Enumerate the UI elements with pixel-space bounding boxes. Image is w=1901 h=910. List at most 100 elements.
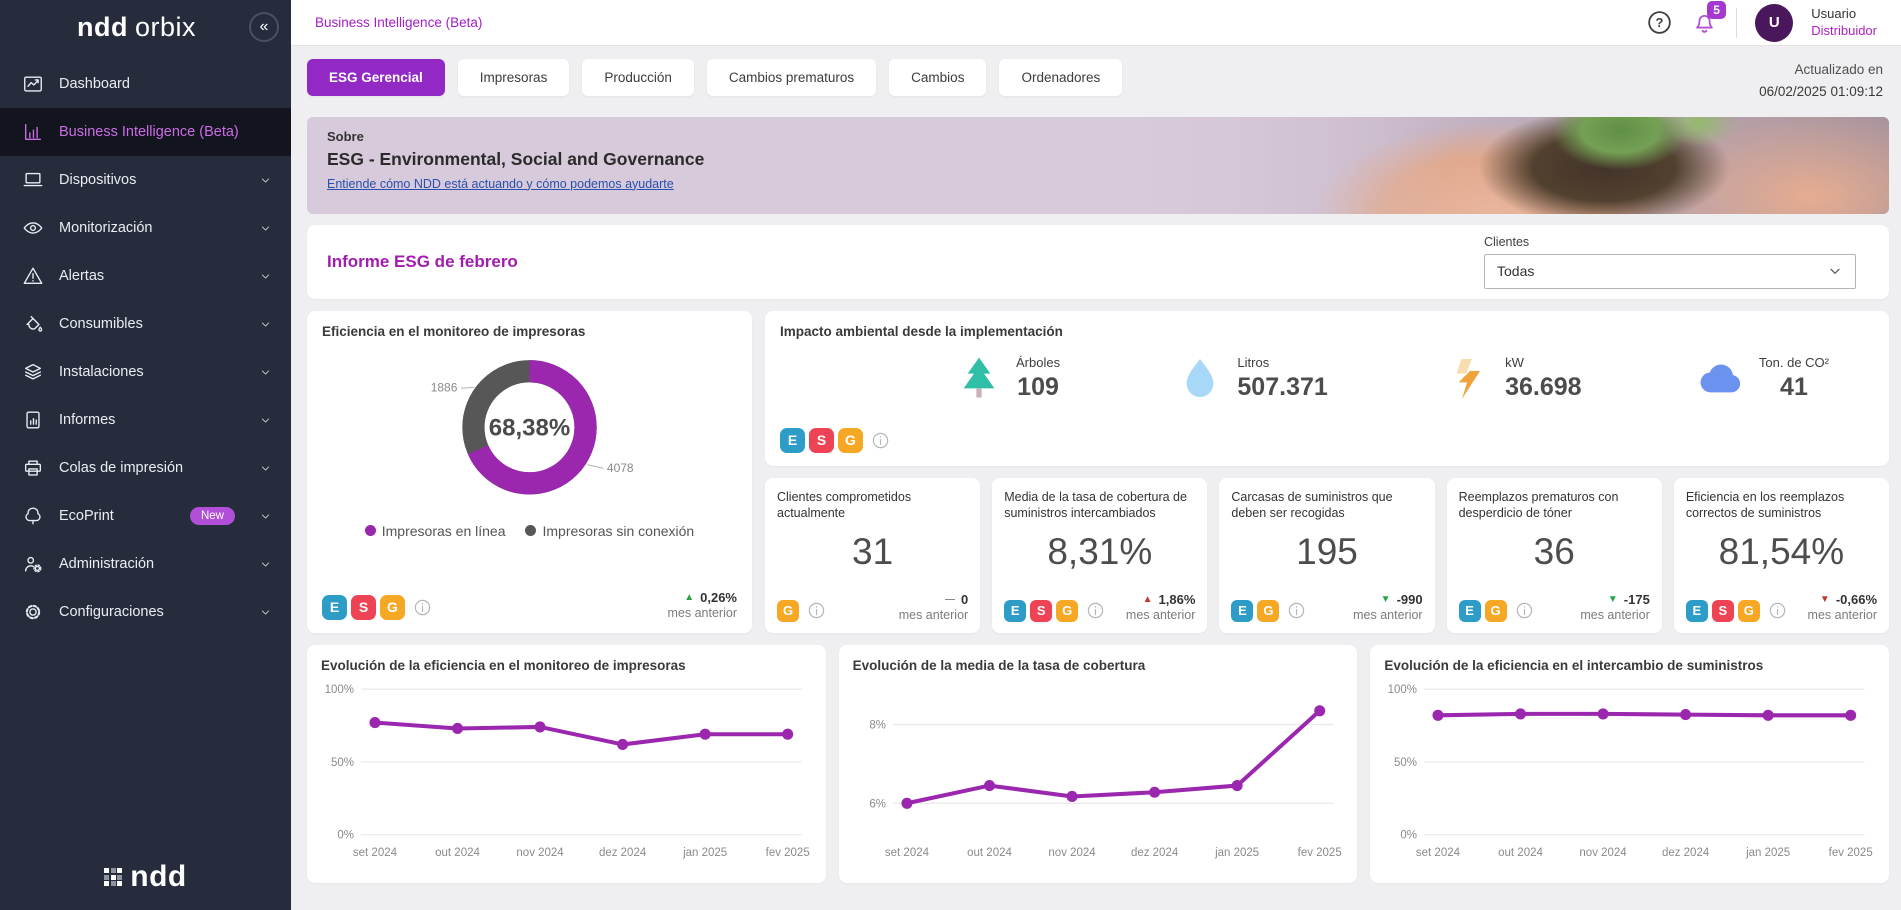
sidebar-item-label: Configuraciones — [59, 604, 243, 620]
sidebar-item-label: Dashboard — [59, 76, 273, 92]
chevron-down-icon — [258, 317, 273, 332]
line-chart-card: Evolución de la media de la tasa de cobe… — [839, 645, 1358, 883]
tab-impresoras[interactable]: Impresoras — [458, 59, 570, 96]
svg-text:dez 2024: dez 2024 — [1131, 846, 1179, 858]
sidebar-item-label: Monitorización — [59, 220, 243, 236]
esg-badge-g: G — [1056, 600, 1078, 622]
kpi-footer: EG ▼-990 mes anterior — [1231, 592, 1422, 622]
trend-down-icon: ▼ — [1381, 594, 1391, 605]
user-menu[interactable]: Usuario Distribuidor — [1811, 6, 1877, 40]
laptop-icon — [22, 169, 44, 191]
user-gear-icon — [22, 553, 44, 575]
kpi-title: Clientes comprometidos actualmente — [777, 489, 968, 523]
sidebar-item-colas-de-impresion[interactable]: Colas de impresión — [0, 444, 291, 492]
tab-cambios[interactable]: Cambios — [889, 59, 986, 96]
trend-up-icon: ▲ — [1143, 594, 1153, 605]
trend: —0 mes anterior — [899, 592, 968, 622]
sidebar-item-label: Instalaciones — [59, 364, 243, 380]
tab-esg-gerencial[interactable]: ESG Gerencial — [307, 59, 445, 96]
svg-text:fev 2025: fev 2025 — [1829, 846, 1873, 858]
chevron-down-icon — [258, 413, 273, 428]
alert-triangle-icon — [22, 265, 44, 287]
svg-text:jan 2025: jan 2025 — [1214, 846, 1259, 858]
sidebar-item-label: Business Intelligence (Beta) — [59, 124, 273, 140]
svg-text:0%: 0% — [337, 829, 354, 841]
kpi-value: 81,54% — [1686, 531, 1877, 573]
sidebar-item-business-intelligence[interactable]: Business Intelligence (Beta) — [0, 108, 291, 156]
impact-metric-cloud: Ton. de CO² 41 — [1698, 355, 1829, 403]
sidebar-item-monitorizacion[interactable]: Monitorización — [0, 204, 291, 252]
info-icon[interactable] — [1515, 601, 1534, 620]
last-updated-label: Actualizado en — [1759, 59, 1883, 81]
sidebar-item-informes[interactable]: Informes — [0, 396, 291, 444]
help-icon[interactable]: ? — [1646, 9, 1673, 36]
app-root: nddorbix « DashboardBusiness Intelligenc… — [0, 0, 1901, 910]
user-name: Usuario — [1811, 6, 1877, 23]
trend: ▼-0,66% mes anterior — [1808, 592, 1877, 622]
impact-metrics: Árboles 109 Litros 507.371 kW 36.698 Ton… — [780, 355, 1874, 403]
tab-cambios-prematuros[interactable]: Cambios prematuros — [707, 59, 876, 96]
info-icon[interactable] — [807, 601, 826, 620]
sidebar-item-label: Dispositivos — [59, 172, 243, 188]
notifications-bell-icon[interactable]: 5 — [1691, 9, 1718, 36]
svg-text:fev 2025: fev 2025 — [1297, 846, 1341, 858]
water-drop-icon — [1176, 355, 1224, 403]
info-icon[interactable] — [871, 431, 890, 450]
impact-card: Impacto ambiental desde la implementació… — [765, 311, 1889, 466]
trend-flat-icon: — — [945, 594, 955, 605]
info-icon[interactable] — [1086, 601, 1105, 620]
trend-value: -175 — [1624, 592, 1650, 607]
esg-badge-e: E — [780, 428, 805, 453]
banner-link[interactable]: Entiende cómo NDD está actuando y cómo p… — [327, 177, 674, 191]
sidebar-item-label: Informes — [59, 412, 243, 428]
sidebar-item-alertas[interactable]: Alertas — [0, 252, 291, 300]
trend-value: 0,26% — [700, 590, 737, 605]
svg-text:set 2024: set 2024 — [885, 846, 930, 858]
info-icon[interactable] — [413, 598, 432, 617]
sidebar-item-dispositivos[interactable]: Dispositivos — [0, 156, 291, 204]
donut-card-footer: ESG ▲0,26% mes anterior — [322, 590, 737, 620]
info-icon[interactable] — [1768, 601, 1787, 620]
sidebar-collapse-button[interactable]: « — [249, 12, 279, 42]
esg-banner: Sobre ESG - Environmental, Social and Go… — [307, 117, 1889, 214]
footer-logo-text: ndd — [130, 860, 186, 894]
clients-select-value: Todas — [1497, 263, 1534, 279]
tab-producci-n[interactable]: Producción — [582, 59, 694, 96]
metric-value: 41 — [1759, 373, 1829, 402]
svg-text:set 2024: set 2024 — [353, 846, 398, 858]
new-badge: New — [190, 507, 235, 525]
avatar[interactable]: U — [1755, 4, 1793, 42]
notification-count-badge: 5 — [1707, 1, 1726, 19]
kpi-value: 8,31% — [1004, 531, 1195, 573]
svg-text:100%: 100% — [1388, 684, 1417, 696]
kpi-row: Clientes comprometidos actualmente 31 G … — [765, 478, 1889, 633]
esg-badge-e: E — [322, 595, 347, 620]
legend-dot — [525, 525, 536, 536]
kpi-card: Clientes comprometidos actualmente 31 G … — [765, 478, 980, 633]
sidebar-item-configuraciones[interactable]: Configuraciones — [0, 588, 291, 636]
tree-filled-icon — [955, 355, 1003, 403]
esg-badge-s: S — [809, 428, 834, 453]
svg-text:set 2024: set 2024 — [1416, 846, 1461, 858]
impact-metric-tree-filled: Árboles 109 — [955, 355, 1060, 403]
svg-text:0%: 0% — [1401, 829, 1418, 841]
donut-chart-card: Eficiencia en el monitoreo de impresoras… — [307, 311, 752, 633]
sidebar-item-label: Consumibles — [59, 316, 243, 332]
sidebar-item-consumibles[interactable]: Consumibles — [0, 300, 291, 348]
kpi-title: Reemplazos prematuros con desperdicio de… — [1459, 489, 1650, 523]
sidebar-item-administracion[interactable]: Administración — [0, 540, 291, 588]
sidebar-item-dashboard[interactable]: Dashboard — [0, 60, 291, 108]
sidebar-item-instalaciones[interactable]: Instalaciones — [0, 348, 291, 396]
banner-title: ESG - Environmental, Social and Governan… — [327, 149, 1869, 170]
svg-text:?: ? — [1656, 15, 1664, 30]
metric-label: kW — [1505, 355, 1581, 370]
info-icon[interactable] — [1287, 601, 1306, 620]
trend-value: -0,66% — [1836, 592, 1877, 607]
trend-down-icon: ▼ — [1820, 594, 1830, 605]
esg-badge-e: E — [1459, 600, 1481, 622]
trend-value: 0 — [961, 592, 968, 607]
svg-text:50%: 50% — [331, 756, 354, 768]
tab-ordenadores[interactable]: Ordenadores — [999, 59, 1122, 96]
sidebar-item-ecoprint[interactable]: EcoPrintNew — [0, 492, 291, 540]
clients-select[interactable]: Todas — [1484, 254, 1856, 289]
